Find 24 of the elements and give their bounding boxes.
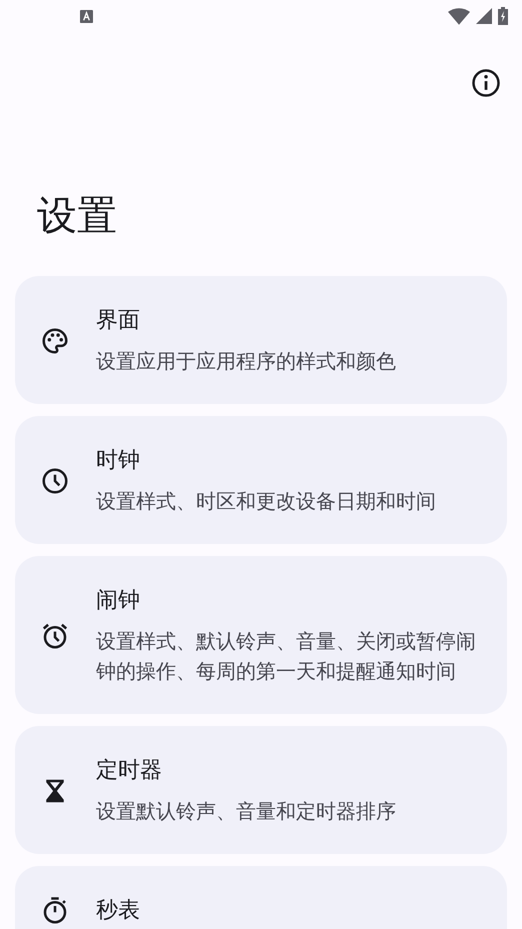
card-title: 时钟 bbox=[96, 447, 141, 475]
battery-icon bbox=[498, 7, 508, 25]
notification-icon bbox=[80, 10, 93, 22]
settings-card[interactable]: 界面 设置应用于应用程序的样式和颜色 bbox=[15, 276, 507, 404]
info-button[interactable] bbox=[470, 67, 502, 99]
card-title: 秒表 bbox=[96, 897, 140, 925]
card-title: 界面 bbox=[96, 307, 141, 335]
settings-card[interactable]: 秒表 bbox=[15, 866, 507, 929]
card-description: 设置默认铃声、音量和定时器排序 bbox=[96, 798, 396, 825]
settings-card[interactable]: 定时器 设置默认铃声、音量和定时器排序 bbox=[15, 726, 507, 854]
page-title: 设置 bbox=[37, 192, 118, 240]
settings-card[interactable]: 闹钟 设置样式、默认铃声、音量、关闭或暂停闹钟的操作、每周的第一天和提醒通知时间 bbox=[15, 556, 507, 714]
signal-icon bbox=[476, 8, 492, 24]
wifi-icon bbox=[448, 8, 470, 24]
card-title: 定时器 bbox=[96, 757, 163, 785]
card-title: 闹钟 bbox=[96, 587, 141, 615]
card-description: 设置样式、默认铃声、音量、关闭或暂停闹钟的操作、每周的第一天和提醒通知时间 bbox=[96, 628, 477, 685]
palette-icon bbox=[40, 326, 70, 356]
alarm-clock-icon bbox=[40, 621, 70, 651]
settings-card[interactable]: 时钟 设置样式、时区和更改设备日期和时间 bbox=[15, 416, 507, 544]
card-description: 设置应用于应用程序的样式和颜色 bbox=[96, 348, 396, 375]
info-icon bbox=[471, 68, 501, 98]
card-description: 设置样式、时区和更改设备日期和时间 bbox=[96, 488, 436, 515]
clock-icon bbox=[40, 466, 70, 496]
